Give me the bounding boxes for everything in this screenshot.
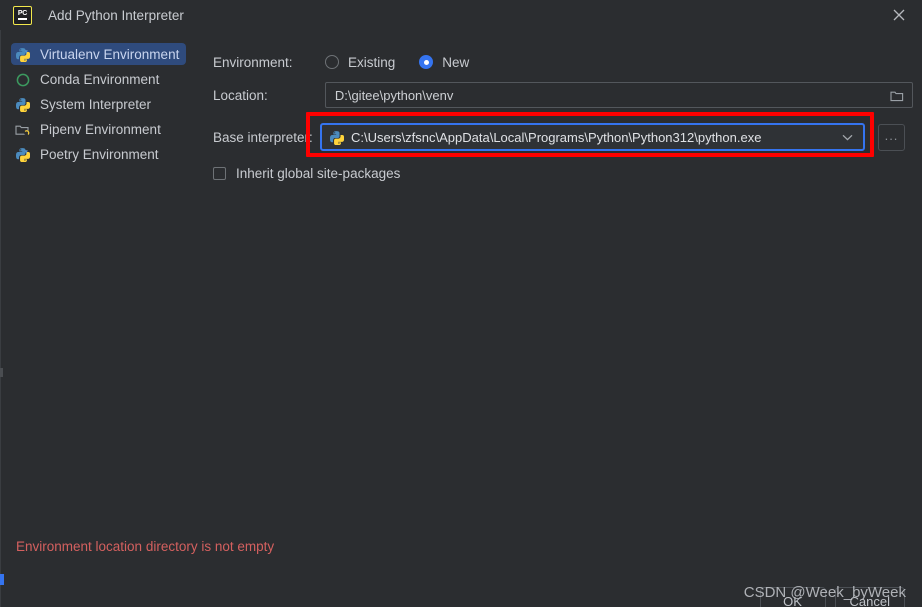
location-input[interactable]: D:\gitee\python\venv xyxy=(324,82,913,108)
sidebar-item-label: Poetry Environment xyxy=(40,147,159,162)
inherit-site-packages-checkbox[interactable] xyxy=(213,166,226,180)
add-python-interpreter-dialog: PC Add Python Interpreter Virtualenv Env… xyxy=(0,0,922,607)
location-row: Location: D:\gitee\python\venv xyxy=(213,82,913,108)
dialog-button-row: OK Cancel xyxy=(751,587,905,607)
pycharm-logo-icon: PC xyxy=(13,5,32,25)
close-icon[interactable] xyxy=(876,0,922,30)
sidebar-item-label: Pipenv Environment xyxy=(40,122,161,137)
interpreter-settings-form: Environment: Existing New Location: D:\g… xyxy=(213,50,913,184)
python-icon xyxy=(329,130,344,145)
conda-circle-icon xyxy=(14,71,31,88)
sidebar-item-conda-environment[interactable]: Conda Environment xyxy=(0,67,205,92)
chevron-down-icon[interactable] xyxy=(842,125,853,149)
radio-existing[interactable]: Existing xyxy=(325,55,395,70)
radio-new-label: New xyxy=(442,54,470,70)
radio-existing-mark xyxy=(325,55,339,69)
location-label: Location: xyxy=(213,87,268,103)
virtualenv-python-icon xyxy=(14,46,31,63)
sidebar-item-label: Virtualenv Environment xyxy=(40,47,180,62)
inherit-site-packages-row: Inherit global site-packages xyxy=(213,162,913,184)
sidebar-item-pipenv-environment[interactable]: Pipenv Environment xyxy=(0,117,205,142)
location-value: D:\gitee\python\venv xyxy=(334,87,454,103)
ok-button[interactable]: OK xyxy=(759,587,826,607)
sidebar-item-label: Conda Environment xyxy=(40,72,160,87)
inherit-site-packages-label[interactable]: Inherit global site-packages xyxy=(236,166,400,181)
window-edge-artifact xyxy=(0,368,3,377)
window-edge-focus-artifact xyxy=(0,574,4,585)
radio-new-mark xyxy=(419,55,434,69)
folder-icon[interactable] xyxy=(887,86,907,106)
pycharm-logo-text: PC xyxy=(17,10,28,18)
base-interpreter-value: C:\Users\zfsnc\AppData\Local\Programs\Py… xyxy=(351,129,762,145)
pipenv-folder-icon xyxy=(14,121,31,138)
radio-new[interactable]: New xyxy=(419,55,469,70)
poetry-python-icon xyxy=(14,146,31,163)
base-interpreter-label: Base interpreter: xyxy=(213,129,313,145)
base-interpreter-row: Base interpreter: C:\Users\zfsnc\AppData… xyxy=(213,122,913,152)
sidebar-item-label: System Interpreter xyxy=(40,97,152,112)
pycharm-logo-bar xyxy=(18,18,27,20)
sidebar-item-system-interpreter[interactable]: System Interpreter xyxy=(0,92,205,117)
sidebar-item-virtualenv-environment[interactable]: Virtualenv Environment xyxy=(0,42,205,67)
cancel-button[interactable]: Cancel xyxy=(834,587,905,607)
browse-interpreter-label: ... xyxy=(884,127,899,143)
environment-label: Environment: xyxy=(213,54,293,70)
environment-radio-group: Existing New xyxy=(325,55,493,70)
environment-row: Environment: Existing New xyxy=(213,50,913,74)
interpreter-type-sidebar: Virtualenv Environment Conda Environment… xyxy=(0,42,205,167)
error-message: Environment location directory is not em… xyxy=(16,539,275,554)
browse-interpreter-button[interactable]: ... xyxy=(878,123,905,151)
sidebar-item-poetry-environment[interactable]: Poetry Environment xyxy=(0,142,205,167)
python-icon xyxy=(14,96,31,113)
title-bar: PC Add Python Interpreter xyxy=(0,0,922,30)
window-title: Add Python Interpreter xyxy=(48,7,184,23)
radio-existing-label: Existing xyxy=(348,54,396,70)
base-interpreter-dropdown[interactable]: C:\Users\zfsnc\AppData\Local\Programs\Py… xyxy=(320,123,865,151)
